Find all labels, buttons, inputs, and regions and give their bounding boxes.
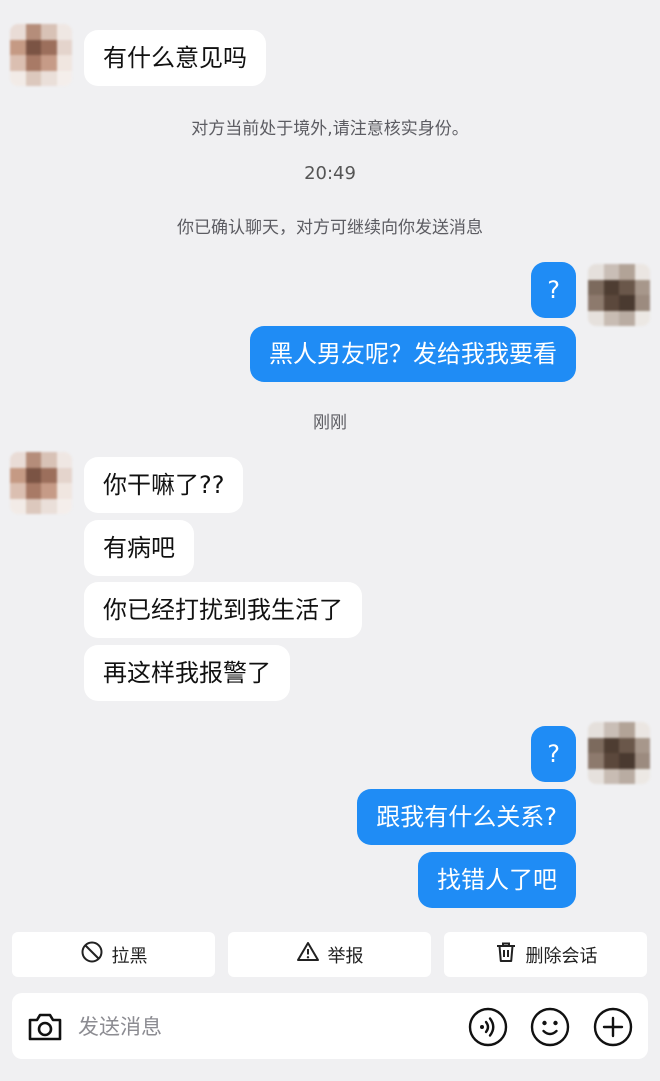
timestamp: 20:49 [304,163,356,184]
report-button[interactable]: 举报 [228,932,431,977]
warning-icon [296,940,320,969]
block-icon [80,940,104,969]
message-outgoing[interactable]: 找错人了吧 [418,852,576,908]
avatar-self[interactable] [588,264,650,326]
message-outgoing[interactable]: ? [531,262,576,318]
abroad-notice: 对方当前处于境外,请注意核实身份。 [191,119,469,139]
avatar-other[interactable] [10,452,72,514]
camera-icon[interactable] [24,1006,66,1048]
plus-icon[interactable] [592,1006,634,1048]
message-outgoing[interactable]: ? [531,726,576,782]
timestamp: 刚刚 [313,413,347,433]
delete-label: 删除会话 [525,945,598,967]
message-outgoing[interactable]: 跟我有什么关系? [357,789,576,845]
message-incoming[interactable]: 有病吧 [84,520,194,576]
block-button[interactable]: 拉黑 [12,932,215,977]
message-incoming[interactable]: 有什么意见吗 [84,30,266,86]
message-incoming[interactable]: 你已经打扰到我生活了 [84,582,362,638]
avatar-other[interactable] [10,24,72,86]
block-label: 拉黑 [111,945,148,967]
emoji-icon[interactable] [529,1006,571,1048]
message-outgoing[interactable]: 黑人男友呢？发给我我要看 [250,326,576,382]
message-input-bar: 发送消息 [12,993,648,1059]
message-incoming[interactable]: 再这样我报警了 [84,645,290,701]
confirm-notice: 你已确认聊天，对方可继续向你发送消息 [177,218,483,238]
message-input[interactable]: 发送消息 [78,1011,162,1041]
trash-icon [494,940,518,969]
avatar-self[interactable] [588,722,650,784]
voice-icon[interactable] [467,1006,509,1048]
report-label: 举报 [327,945,364,967]
message-incoming[interactable]: 你干嘛了?? [84,457,244,513]
delete-conversation-button[interactable]: 删除会话 [444,932,647,977]
